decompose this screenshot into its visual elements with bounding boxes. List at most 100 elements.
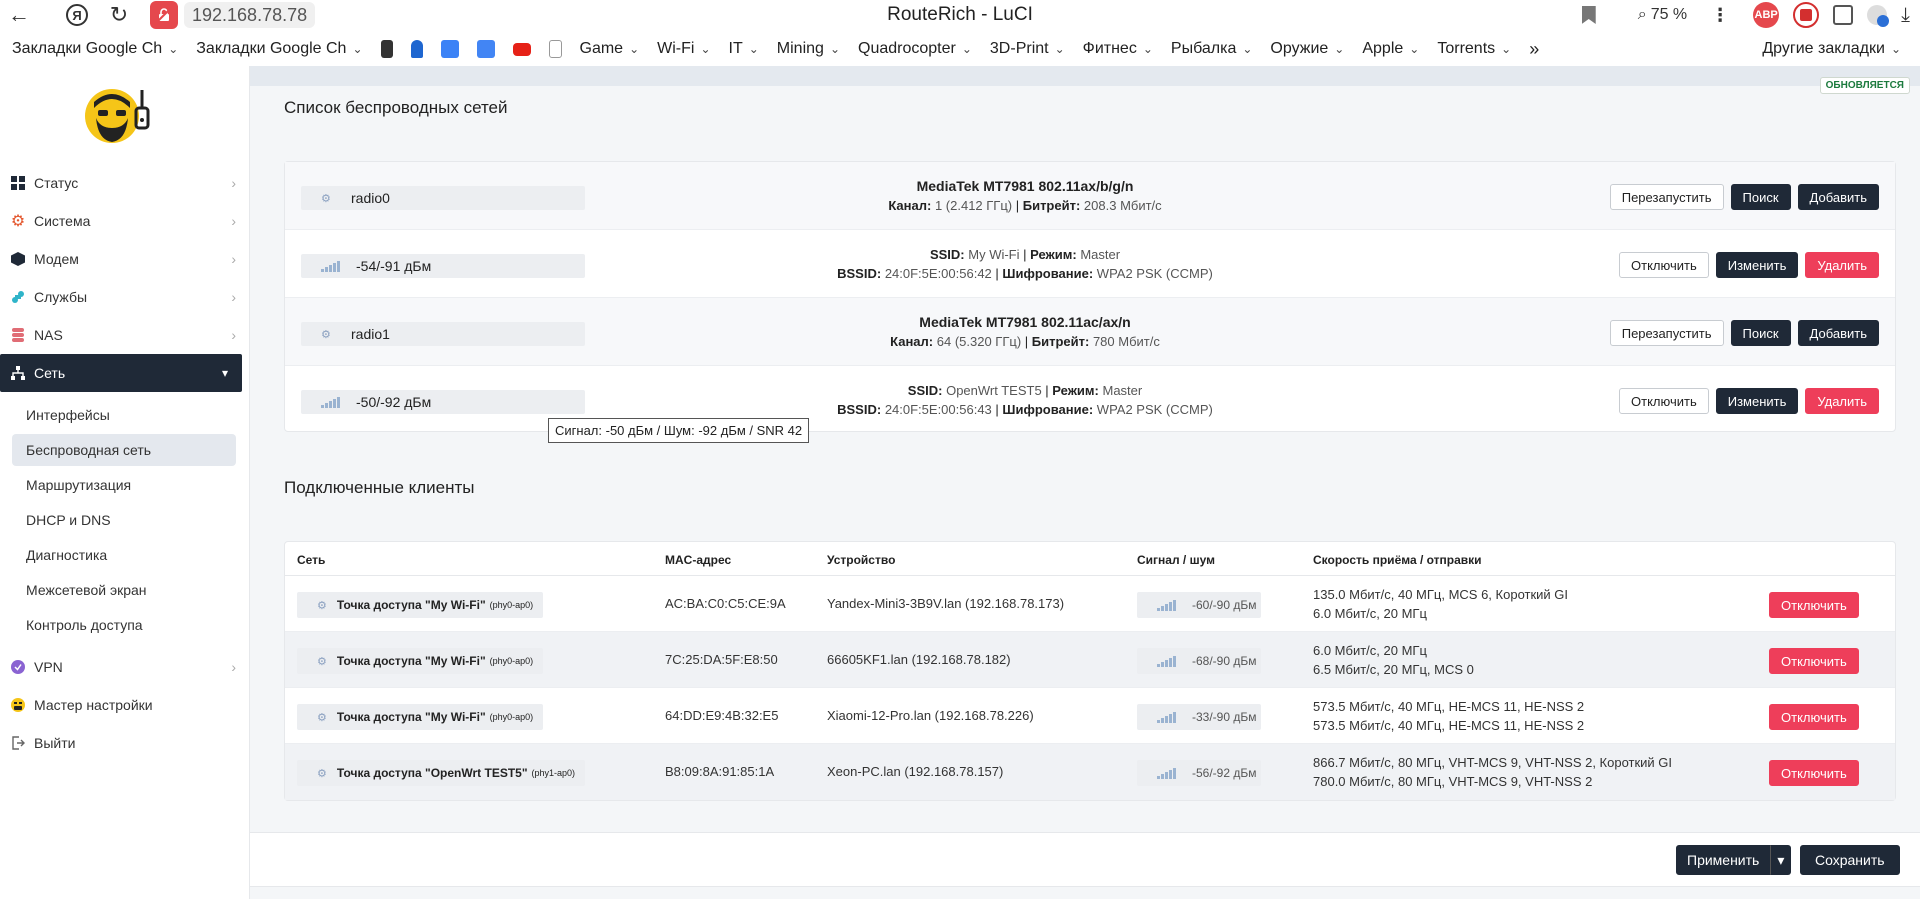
translate-icon[interactable] [1833,5,1854,25]
bookmark-icon[interactable] [1581,6,1596,24]
bookmark-label: Quadrocopter [858,40,956,57]
submenu-routing[interactable]: Маршрутизация [12,469,236,501]
menu-item-system[interactable]: ⚙ Система › [0,202,250,240]
bookmark-folder[interactable]: Game ⌄ [571,34,649,64]
download-icon[interactable]: ⤓ [1901,4,1910,27]
chevron-down-icon: ⌄ [1409,42,1420,56]
client-network-name: Точка доступа "My Wi-Fi" [336,710,486,724]
network-info: SSID: My Wi-Fi | Режим: Master BSSID: 24… [837,247,1213,281]
chevron-down-icon: ⌄ [748,42,759,56]
page-icon [548,40,562,58]
channel-label: Канал: [888,198,932,213]
bookmark-folder[interactable]: Оружие ⌄ [1261,34,1353,64]
radio-info: MediaTek MT7981 802.11ac/ax/n Канал: 64 … [890,314,1160,349]
bookmark-folder[interactable]: Mining ⌄ [768,34,849,64]
bookmark-folder[interactable]: Фитнес ⌄ [1074,34,1162,64]
bookmarks-more-button[interactable]: » [1520,34,1548,64]
more-menu-icon[interactable]: ⋮ [1711,5,1729,26]
disable-button[interactable]: Отключить [1619,252,1709,278]
add-button[interactable]: Добавить [1797,320,1879,346]
bookmark-folder[interactable]: Рыбалка ⌄ [1162,34,1262,64]
scan-button[interactable]: Поиск [1730,320,1791,346]
bookmark-folder[interactable]: 3D-Print ⌄ [981,34,1074,64]
menu-item-logout[interactable]: Выйти [0,724,250,762]
insecure-icon[interactable] [150,1,178,29]
bookmark-folder[interactable]: Закладки Google Ch ⌄ [187,34,371,64]
delete-button[interactable]: Удалить [1805,252,1879,278]
url-text[interactable]: 192.168.78.78 [184,2,316,28]
disconnect-button[interactable]: Отключить [1769,760,1859,786]
menu-item-modem[interactable]: Модем › [0,240,250,278]
scan-button[interactable]: Поиск [1730,184,1791,210]
action-bar: Применить ▾ Сохранить [250,832,1920,887]
column-header: Устройство [827,553,896,567]
restart-button[interactable]: Перезапустить [1609,320,1724,346]
shield-icon[interactable] [1793,2,1820,28]
apply-button[interactable]: Применить [1676,845,1771,875]
menu-item-services[interactable]: Службы › [0,278,250,316]
restart-button[interactable]: Перезапустить [1609,184,1724,210]
other-bookmarks-folder[interactable]: Другие закладки ⌄ [1753,34,1910,64]
network-info: SSID: OpenWrt TEST5 | Режим: Master BSSI… [837,383,1213,417]
database-icon [10,327,26,343]
submenu-diagnostics[interactable]: Диагностика [12,539,236,571]
client-rate: 866.7 Мбит/с, 80 МГц, VHT-MCS 9, VHT-NSS… [1313,753,1672,791]
submenu-wireless[interactable]: Беспроводная сеть [12,434,236,466]
signal-pill: -54/-91 дБм [301,254,585,278]
save-button[interactable]: Сохранить [1800,845,1900,875]
client-device: Yandex-Mini3-3B9V.lan (192.168.78.173) [827,596,1065,611]
submenu-dhcp-dns[interactable]: DHCP и DNS [12,504,236,536]
network-submenu: Интерфейсы Беспроводная сеть Маршрутизац… [0,392,250,648]
edit-button[interactable]: Изменить [1715,252,1799,278]
delete-button[interactable]: Удалить [1805,388,1879,414]
abp-icon[interactable]: ABP [1753,2,1780,28]
bookmark-folder[interactable]: Apple ⌄ [1353,34,1428,64]
bookmark-folder[interactable]: Torrents ⌄ [1428,34,1520,64]
bookmark-folder[interactable]: Quadrocopter ⌄ [849,34,981,64]
submenu-interfaces[interactable]: Интерфейсы [12,399,236,431]
add-button[interactable]: Добавить [1797,184,1879,210]
menu-item-vpn[interactable]: VPN › [0,648,250,686]
submenu-firewall[interactable]: Межсетевой экран [12,574,236,606]
network-encryption: WPA2 PSK (CCMP) [1096,266,1213,281]
zoom-control[interactable]: ⌕ 75 % [1638,6,1687,24]
reload-icon[interactable]: ↻ [104,0,134,30]
bookmark-item[interactable] [540,34,571,64]
menu-item-wizard[interactable]: Мастер настройки [0,686,250,724]
radio-device: MediaTek MT7981 802.11ax/b/g/n [916,178,1134,194]
bookmark-item[interactable] [372,34,402,64]
client-iface: (phy1-ap0) [531,768,576,778]
menu-item-status[interactable]: Статус › [0,164,250,202]
extensions-icon[interactable] [1867,5,1890,27]
disconnect-button[interactable]: Отключить [1769,704,1859,730]
bookmark-folder[interactable]: Wi-Fi ⌄ [648,34,719,64]
address-bar[interactable]: 192.168.78.78 [150,1,316,29]
submenu-access-control[interactable]: Контроль доступа [12,609,236,641]
logo[interactable] [84,80,156,146]
back-icon[interactable]: ← [4,0,34,30]
apply-dropdown-button[interactable]: ▾ [1770,845,1792,875]
client-rx: 866.7 Мбит/с, 80 МГц, VHT-MCS 9, VHT-NSS… [1313,755,1673,770]
network-signal: -54/-91 дБм [356,258,432,274]
bookmark-item[interactable] [468,34,504,64]
disable-button[interactable]: Отключить [1619,388,1709,414]
client-mac: 64:DD:E9:4B:32:E5 [665,708,779,723]
menu-item-nas[interactable]: NAS › [0,316,250,354]
client-tx: 573.5 Мбит/с, 40 МГц, HE-MCS 11, HE-NSS … [1313,718,1585,733]
disconnect-button[interactable]: Отключить [1769,648,1859,674]
menu-item-network[interactable]: Сеть ▾ [0,354,242,392]
edit-button[interactable]: Изменить [1715,388,1799,414]
bookmark-folder[interactable]: IT ⌄ [720,34,768,64]
bookmark-label: Apple [1362,40,1404,57]
bookmark-item[interactable] [504,34,540,64]
disconnect-button[interactable]: Отключить [1769,592,1859,618]
bookmark-label: Game [579,40,624,57]
ssid-label: SSID: [929,247,965,262]
chevron-down-icon: ⌄ [1334,42,1345,56]
bookmark-item[interactable] [402,34,432,64]
bookmark-item[interactable] [432,34,468,64]
apply-button-group: Применить ▾ [1676,845,1792,875]
table-row: ⚙ Точка доступа "OpenWrt TEST5" (phy1-ap0)… [285,744,1895,800]
yandex-icon[interactable]: Я [62,0,92,30]
bookmark-folder[interactable]: Закладки Google Ch ⌄ [0,34,187,64]
